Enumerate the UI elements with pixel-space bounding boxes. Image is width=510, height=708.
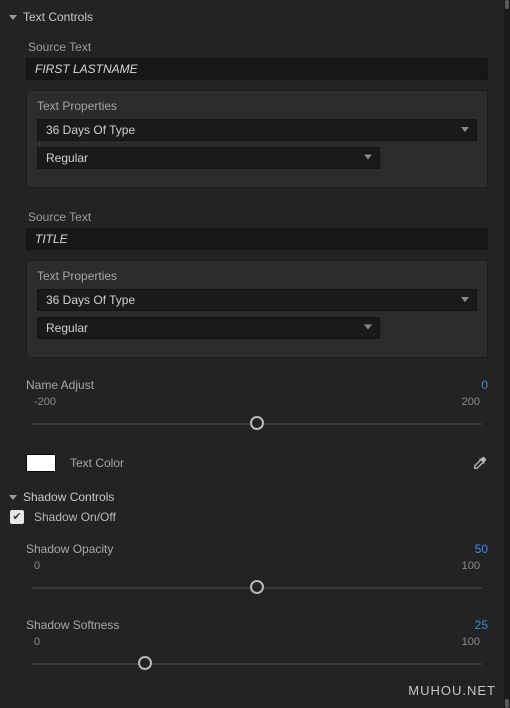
font-family-value: 36 Days Of Type [46,123,135,137]
text-color-swatch[interactable] [26,454,56,472]
scroll-arrow-up[interactable] [505,0,509,9]
chevron-down-icon [364,155,372,160]
name-adjust-max: 200 [462,396,480,408]
shadow-toggle-label: Shadow On/Off [34,510,116,524]
section-title: Text Controls [23,10,93,24]
font-family-value-2: 36 Days Of Type [46,293,135,307]
chevron-down-icon [461,297,469,302]
source-text-input-2[interactable] [26,228,488,250]
slider-knob[interactable] [138,656,152,670]
eyedropper-icon[interactable] [472,455,488,471]
font-weight-value: Regular [46,151,88,165]
font-weight-select-2[interactable]: Regular [37,317,380,339]
vertical-scrollbar[interactable] [504,0,510,708]
name-adjust-label: Name Adjust [26,378,94,392]
font-weight-value-2: Regular [46,321,88,335]
watermark: MUHOU.NET [408,683,496,698]
section-title-shadow: Shadow Controls [23,490,114,504]
text-properties-label: Text Properties [37,99,477,113]
text-color-label: Text Color [70,456,458,470]
slider-knob[interactable] [250,416,264,430]
name-adjust-value[interactable]: 0 [481,378,488,392]
source-text-input-1[interactable] [26,58,488,80]
scroll-arrow-down[interactable] [505,699,509,708]
chevron-down-icon [461,127,469,132]
text-properties-box-2: Text Properties 36 Days Of Type Regular [26,260,488,358]
source-text-label-2: Source Text [28,210,488,224]
shadow-opacity-value[interactable]: 50 [475,542,488,556]
shadow-opacity-max: 100 [462,560,480,572]
chevron-down-icon [9,15,17,20]
source-text-label: Source Text [28,40,488,54]
name-adjust-slider[interactable] [32,410,482,438]
shadow-opacity-slider[interactable] [32,574,482,602]
shadow-softness-slider[interactable] [32,650,482,678]
name-adjust-min: -200 [34,396,56,408]
shadow-toggle-checkbox[interactable]: ✔ [10,510,24,524]
text-properties-box-1: Text Properties 36 Days Of Type Regular [26,90,488,188]
text-properties-label-2: Text Properties [37,269,477,283]
font-family-select-2[interactable]: 36 Days Of Type [37,289,477,311]
shadow-opacity-label: Shadow Opacity [26,542,113,556]
chevron-down-icon [9,495,17,500]
chevron-down-icon [364,325,372,330]
shadow-softness-min: 0 [34,636,40,648]
slider-knob[interactable] [250,580,264,594]
shadow-softness-value[interactable]: 25 [475,618,488,632]
shadow-softness-max: 100 [462,636,480,648]
font-family-select-1[interactable]: 36 Days Of Type [37,119,477,141]
shadow-softness-label: Shadow Softness [26,618,119,632]
shadow-opacity-min: 0 [34,560,40,572]
section-text-controls[interactable]: Text Controls [4,6,502,28]
section-shadow-controls[interactable]: Shadow Controls [4,486,502,508]
font-weight-select-1[interactable]: Regular [37,147,380,169]
